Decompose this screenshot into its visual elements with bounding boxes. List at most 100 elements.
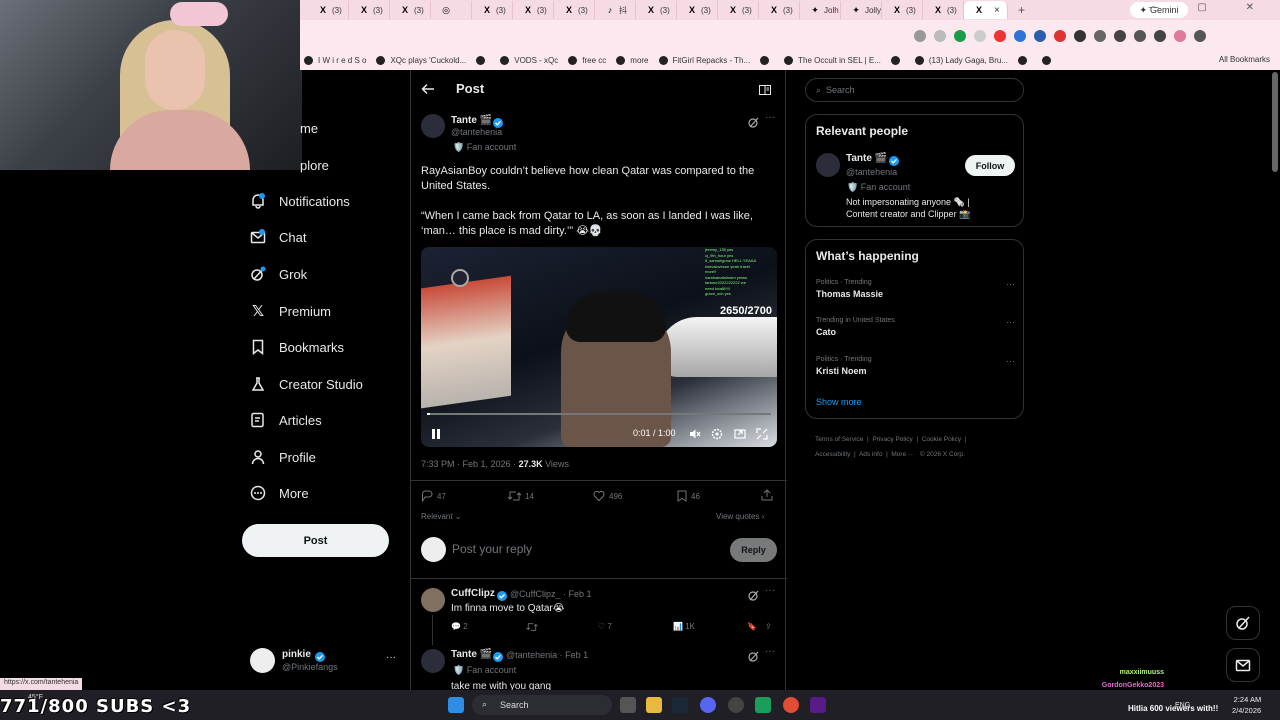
avatar[interactable] [816,153,840,177]
browser-tab[interactable]: X (3) [390,1,431,19]
cast-icon[interactable] [914,30,926,42]
views-button[interactable]: 📊 1K [673,622,695,631]
bookmark-icon[interactable]: 🔖 [747,622,757,631]
more-icon[interactable]: ··· [765,585,775,596]
bookmark-item[interactable] [1042,55,1056,65]
kick-icon[interactable] [810,697,826,713]
reader-view-icon[interactable] [759,83,771,101]
footer-link[interactable]: Terms of Service [815,436,863,443]
video-player[interactable]: jeremy_135 yes cj_9th_hour yes lt_samuelgo… [421,247,777,447]
menu-icon[interactable] [1194,30,1206,42]
reply-button[interactable]: 💬 2 [451,622,468,631]
bookmark-item[interactable] [1018,55,1032,65]
chrome-icon[interactable] [783,697,799,713]
like-button[interactable]: 496 [593,490,622,502]
footer-link[interactable]: More ··· [891,451,914,458]
footer-link[interactable]: Accessibility [815,451,850,458]
follow-button[interactable]: Follow [965,155,1015,176]
reply-button[interactable]: 47 [421,490,446,502]
download-icon[interactable] [1154,30,1166,42]
browser-tab[interactable]: X (3) [923,1,964,19]
nav-item-explore[interactable]: plore [300,158,329,173]
grok-icon[interactable] [748,115,759,133]
nav-item-creator-studio[interactable]: Creator Studio [250,372,363,396]
more-icon[interactable]: ··· [765,646,775,657]
nav-item-grok[interactable]: Grok [250,262,307,286]
view-quotes-link[interactable]: View quotes › [716,512,764,521]
avatar[interactable] [421,649,445,673]
scrollbar[interactable] [1272,72,1278,172]
reply-input[interactable]: Post your reply [452,542,532,556]
comment-author[interactable]: CuffClipz [451,588,495,599]
back-arrow-icon[interactable] [421,82,435,101]
browser-tab[interactable]: ✦ Jolly [841,1,882,19]
bookmark-item[interactable] [760,55,774,65]
author-name[interactable]: Tante 🎬 [451,115,492,126]
bookmark-item[interactable]: The Occult in SEL | E... [784,55,881,65]
bookmark-item[interactable]: VODS - xQc [500,55,558,65]
extension-icon[interactable] [974,30,986,42]
nav-item-chat[interactable]: Chat [250,225,306,249]
nav-item-notifications[interactable]: Notifications [250,189,350,213]
browser-tab[interactable]: X (3) [882,1,923,19]
extension-icon[interactable] [994,30,1006,42]
extension-icon[interactable] [1074,30,1086,42]
browser-tab[interactable]: ◎ [431,1,472,19]
nav-item-premium[interactable]: 𝕏 Premium [250,299,331,323]
comment-author[interactable]: Tante 🎬 [451,649,492,660]
nav-item-more[interactable]: More [250,481,309,505]
like-button[interactable]: ♡ 7 [598,622,612,631]
browser-tab[interactable]: X (3) [513,1,554,19]
relevant-sort[interactable]: Relevant ⌄ [421,512,462,521]
more-icon[interactable]: ··· [386,652,396,663]
author-handle[interactable]: @tantehenia [451,127,502,137]
share-icon[interactable]: ⇪ [765,622,772,631]
browser-tab[interactable]: ♪ 抖 [595,1,636,19]
bookmark-item[interactable]: XQc plays 'Cuckold... [376,55,466,65]
video-progress-bar[interactable] [427,413,771,415]
extension-icon[interactable] [1054,30,1066,42]
footer-link[interactable]: Privacy Policy [872,436,912,443]
account-switcher[interactable]: pinkie @Pinkiefangs ··· [250,648,400,678]
browser-tab[interactable]: X (3) [636,1,677,19]
grok-fab[interactable] [1226,606,1260,640]
extension-icon[interactable] [1014,30,1026,42]
grok-icon[interactable] [748,649,759,667]
search-input[interactable]: ⌕ Search [805,78,1024,102]
share-button[interactable] [761,489,777,501]
more-icon[interactable]: ··· [1006,279,1015,289]
sidebar-icon[interactable] [1134,30,1146,42]
browser-tab[interactable]: X (3) [472,1,513,19]
avatar[interactable] [421,588,445,612]
settings-icon[interactable] [711,427,723,445]
taskbar-search[interactable]: ⌕ Search [472,695,612,715]
all-bookmarks[interactable]: All Bookmarks [1219,55,1270,64]
bookmark-item[interactable] [890,55,905,65]
bookmark-item[interactable]: (13) Lady Gaga, Bru... [914,55,1008,65]
nav-item-home[interactable]: me [300,121,318,136]
discord-icon[interactable] [700,697,716,713]
more-icon[interactable]: ··· [1006,356,1015,366]
app-icon[interactable] [728,697,744,713]
browser-tab[interactable]: X (3) [759,1,800,19]
puzzle-icon[interactable] [1114,30,1126,42]
bookmark-item[interactable]: free cc [568,55,606,65]
browser-tab[interactable]: X (3) [554,1,595,19]
trend-item[interactable]: Politics · Trending Kristi Noem ··· [816,356,1015,376]
trend-item[interactable]: Trending in United States Cato ··· [816,317,1015,337]
nav-item-articles[interactable]: Articles [250,408,322,432]
retweet-button[interactable]: 14 [508,490,534,502]
person-name[interactable]: Tante 🎬 [846,153,887,164]
nav-item-profile[interactable]: Profile [250,445,316,469]
show-more-link[interactable]: Show more [816,397,862,407]
extension-icon[interactable] [954,30,966,42]
pip-icon[interactable] [734,427,746,445]
task-view-icon[interactable] [620,697,636,713]
post-button[interactable]: Post [242,524,389,557]
bookmark-item[interactable]: FitGirl Repacks - Th... [658,55,750,65]
close-tab-icon[interactable]: × [994,5,1000,16]
pause-icon[interactable] [431,427,441,445]
system-clock[interactable]: 2:24 AM 2/4/2026 [1232,694,1261,716]
browser-tab[interactable]: X (3) [308,1,349,19]
browser-tab[interactable]: ✦ Jolh [800,1,841,19]
